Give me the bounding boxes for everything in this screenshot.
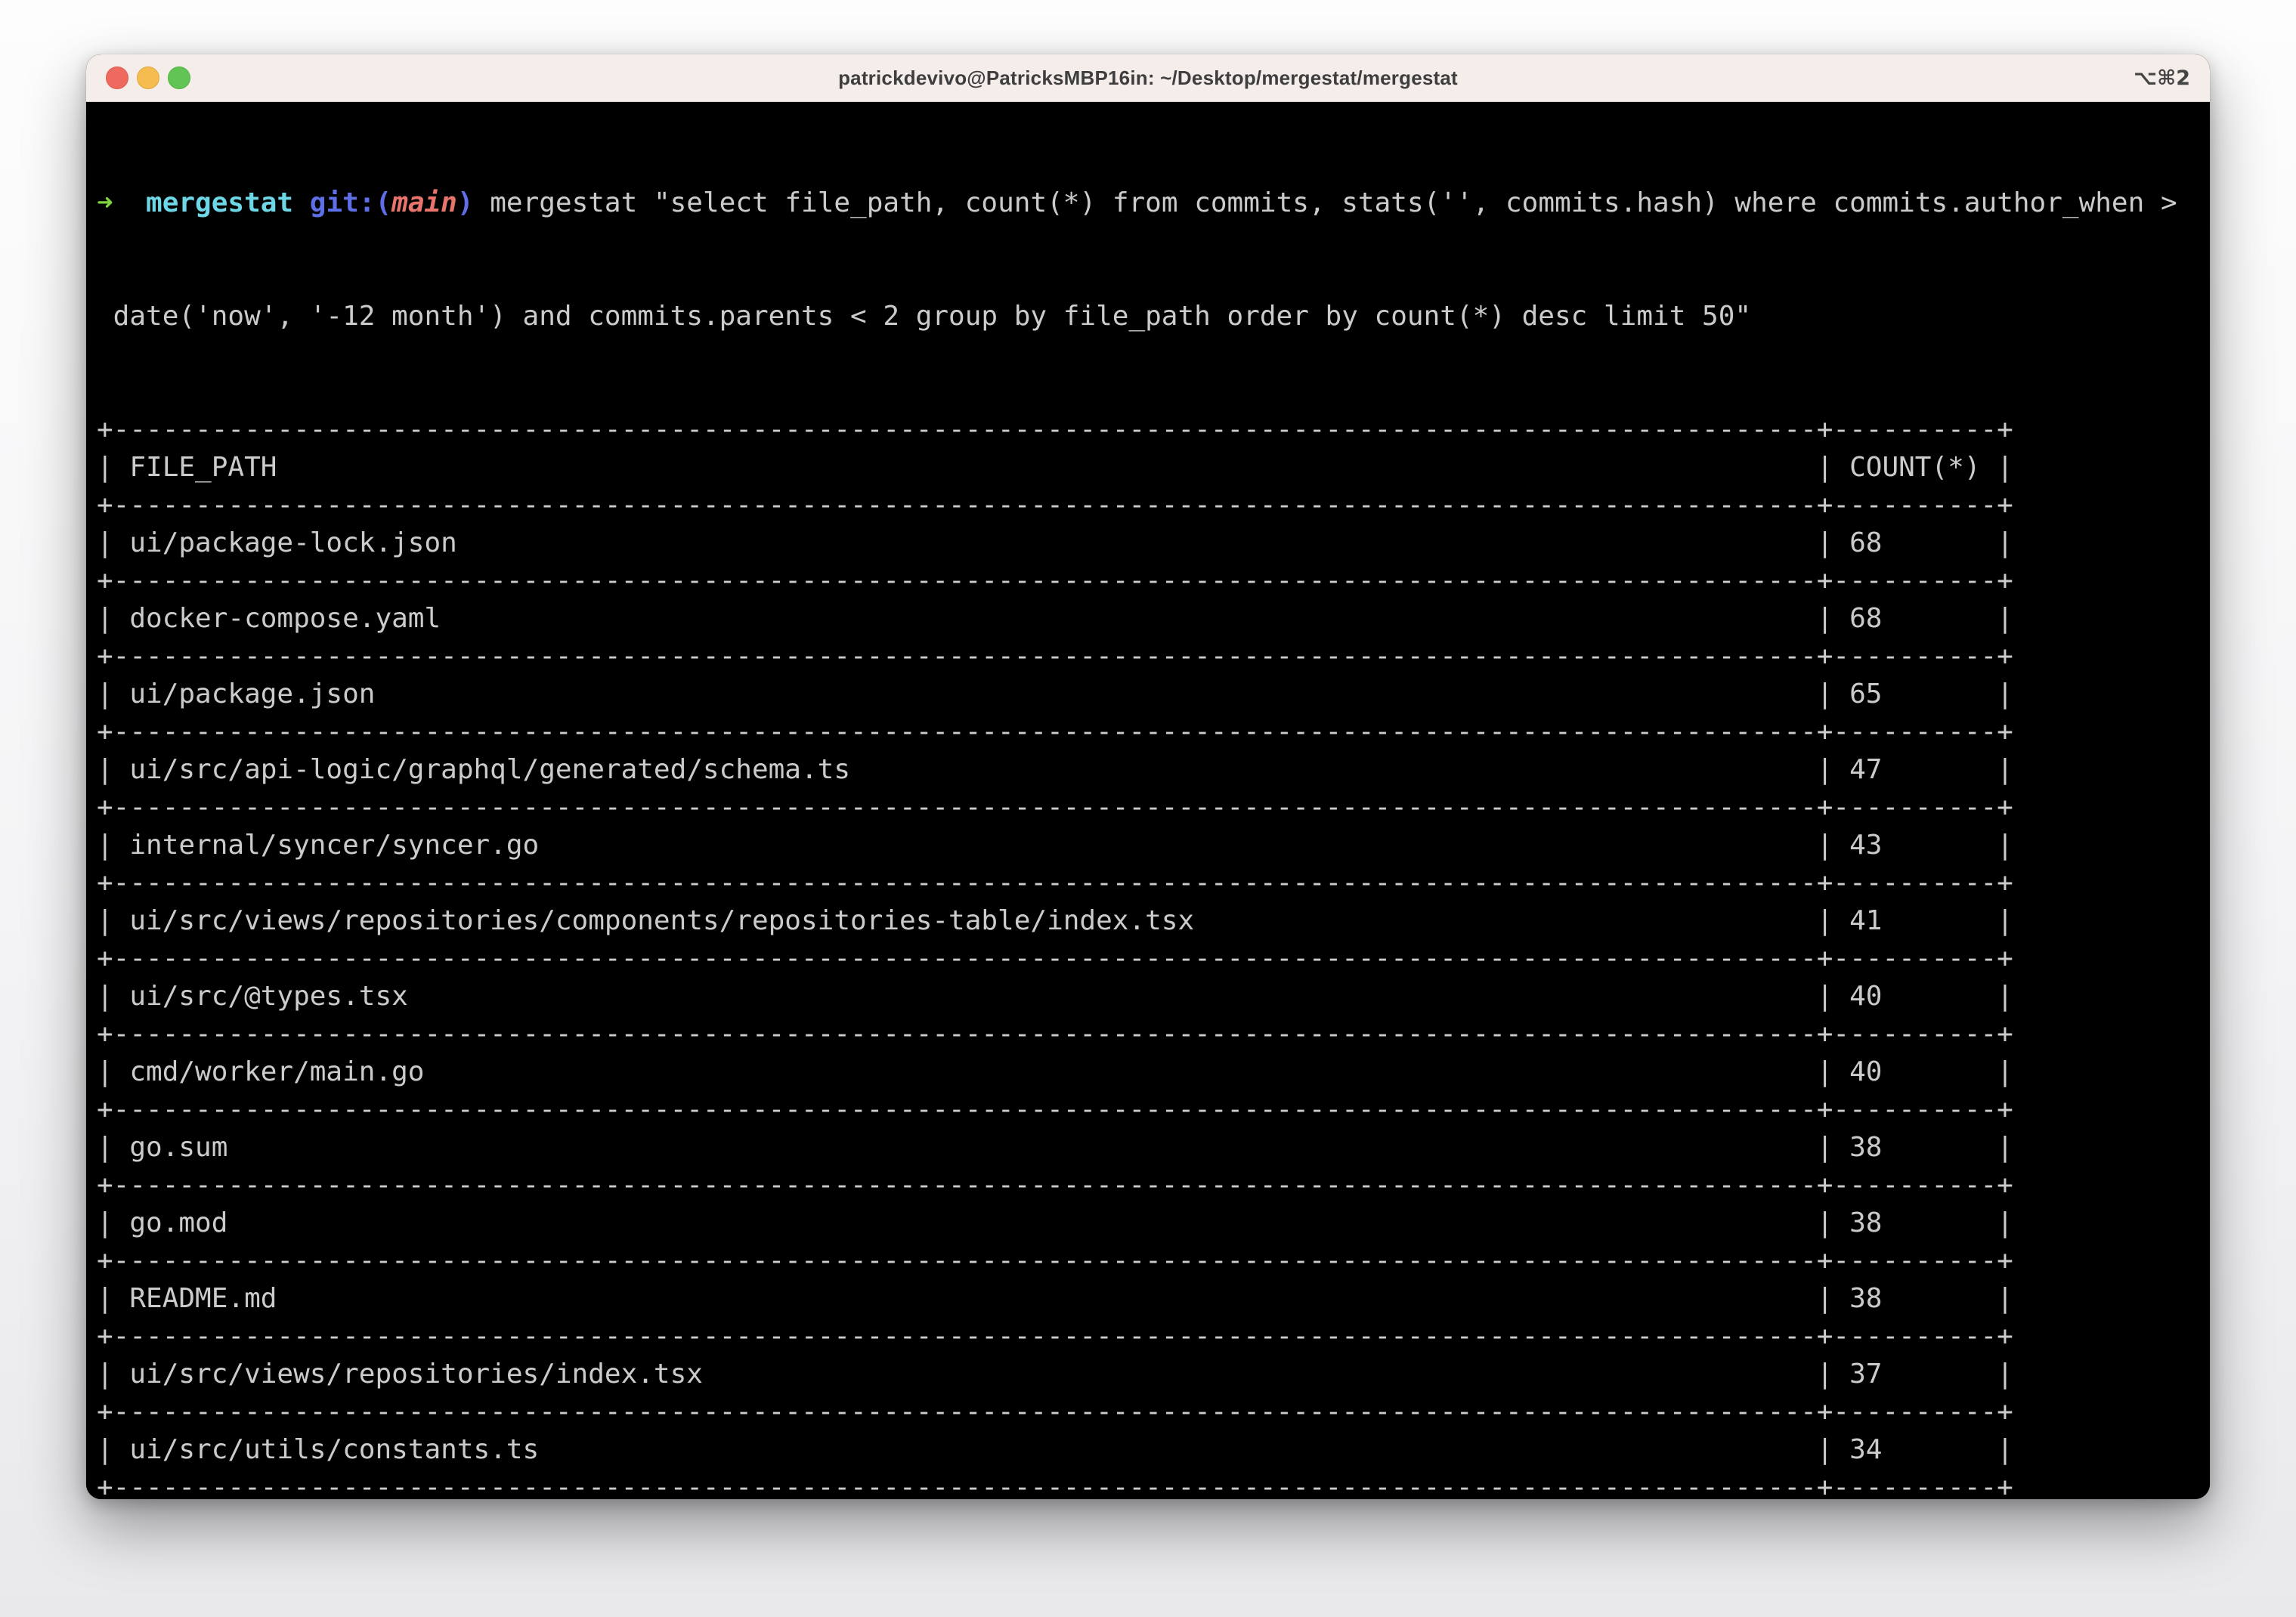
table-row: | ui/src/api-logic/graphql/generated/sch…	[97, 751, 2199, 789]
table-border-line: +---------------------------------------…	[97, 1393, 2199, 1431]
table-border-line: +---------------------------------------…	[97, 1318, 2199, 1356]
table-row: | internal/syncer/syncer.go | 43 |	[97, 827, 2199, 864]
table-border-line: +---------------------------------------…	[97, 713, 2199, 751]
terminal-window: patrickdevivo@PatricksMBP16in: ~/Desktop…	[86, 54, 2210, 1499]
table-border-line: +---------------------------------------…	[97, 1016, 2199, 1053]
close-button[interactable]	[106, 66, 128, 89]
table-row: | ui/src/utils/constants.ts | 34 |	[97, 1431, 2199, 1469]
table-row: | ui/src/views/repositories/components/r…	[97, 902, 2199, 940]
zoom-button[interactable]	[168, 66, 190, 89]
table-border-line: +---------------------------------------…	[97, 789, 2199, 827]
table-row: | ui/package-lock.json | 68 |	[97, 524, 2199, 562]
table-border-line: +---------------------------------------…	[97, 940, 2199, 978]
table-border-line: +---------------------------------------…	[97, 562, 2199, 600]
table-row: | README.md | 38 |	[97, 1280, 2199, 1318]
table-border-line: +---------------------------------------…	[97, 1091, 2199, 1129]
table-row: | ui/src/views/repositories/index.tsx | …	[97, 1356, 2199, 1393]
traffic-lights	[106, 54, 190, 101]
git-branch: main	[391, 187, 457, 218]
table-row: | go.mod | 38 |	[97, 1204, 2199, 1242]
title-bar[interactable]: patrickdevivo@PatricksMBP16in: ~/Desktop…	[86, 54, 2210, 102]
table-border-line: +---------------------------------------…	[97, 1469, 2199, 1499]
table-row: | docker-compose.yaml | 68 |	[97, 600, 2199, 638]
table-border-line: +---------------------------------------…	[97, 411, 2199, 449]
table-border-line: +---------------------------------------…	[97, 638, 2199, 676]
git-prefix: git:(	[310, 187, 391, 218]
prompt-cwd: mergestat	[146, 187, 310, 218]
table-border-line: +---------------------------------------…	[97, 487, 2199, 524]
command-text-line2: date('now', '-12 month') and commits.par…	[97, 298, 2199, 335]
terminal-content[interactable]: ➜ mergestat git:(main) mergestat "select…	[86, 102, 2210, 1499]
table-row: | ui/src/@types.tsx | 40 |	[97, 978, 2199, 1016]
table-border-line: +---------------------------------------…	[97, 1167, 2199, 1204]
table-header-line: | FILE_PATH | COUNT(*) |	[97, 449, 2199, 487]
command-text-line1: mergestat "select file_path, count(*) fr…	[490, 187, 2177, 218]
table-row: | cmd/worker/main.go | 40 |	[97, 1053, 2199, 1091]
table-row: | go.sum | 38 |	[97, 1129, 2199, 1167]
prompt-line: ➜ mergestat git:(main) mergestat "select…	[97, 184, 2199, 222]
tab-shortcut-badge: ⌥⌘2	[2134, 54, 2190, 101]
minimize-button[interactable]	[137, 66, 159, 89]
git-suffix: )	[457, 187, 490, 218]
table-row: | ui/package.json | 65 |	[97, 676, 2199, 713]
prompt-arrow: ➜	[97, 187, 146, 218]
table-border-line: +---------------------------------------…	[97, 864, 2199, 902]
table-border-line: +---------------------------------------…	[97, 1242, 2199, 1280]
window-title: patrickdevivo@PatricksMBP16in: ~/Desktop…	[838, 66, 1458, 90]
results-table: +---------------------------------------…	[97, 411, 2199, 1499]
